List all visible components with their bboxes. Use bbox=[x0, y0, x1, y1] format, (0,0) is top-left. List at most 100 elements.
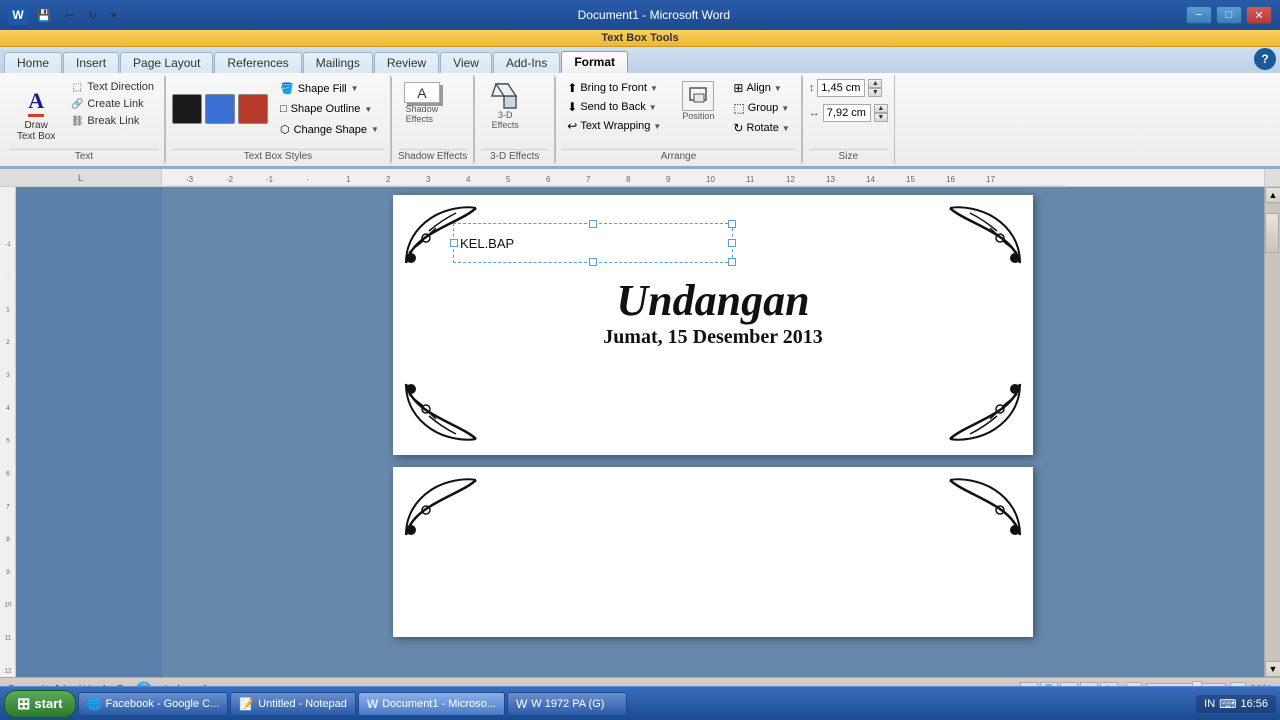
align-icon: ⊞ bbox=[733, 81, 743, 95]
tab-format[interactable]: Format bbox=[561, 51, 628, 73]
svg-text:11: 11 bbox=[746, 175, 755, 184]
dropdown-btn[interactable]: ▾ bbox=[106, 6, 122, 25]
threed-effects-group: 3-DEffects 3-D Effects bbox=[475, 75, 555, 164]
tab-review[interactable]: Review bbox=[374, 52, 439, 73]
shape-fill-arrow: ▼ bbox=[351, 84, 359, 93]
shape-outline-btn[interactable]: □ Shape Outline ▼ bbox=[275, 100, 384, 118]
taskbar-item-w1972[interactable]: W W 1972 PA (G) bbox=[507, 692, 627, 716]
ornament-bottom-left bbox=[401, 379, 481, 447]
start-button[interactable]: ⊞ start bbox=[4, 690, 76, 718]
height-input[interactable] bbox=[817, 79, 865, 97]
create-link-btn[interactable]: 🔗 Create Link bbox=[66, 96, 158, 112]
scroll-up-btn[interactable]: ▲ bbox=[1265, 187, 1280, 203]
tab-add-ins[interactable]: Add-Ins bbox=[493, 52, 560, 73]
tab-view[interactable]: View bbox=[440, 52, 492, 73]
position-btn[interactable]: Position bbox=[676, 79, 720, 123]
maximize-btn[interactable]: □ bbox=[1216, 6, 1242, 24]
svg-text:2: 2 bbox=[386, 175, 391, 184]
bring-front-arrow: ▼ bbox=[650, 84, 658, 93]
taskbar-item-facebook[interactable]: 🌐 Facebook - Google C... bbox=[78, 692, 229, 716]
svg-text:7: 7 bbox=[6, 503, 10, 510]
align-btn[interactable]: ⊞ Align ▼ bbox=[728, 79, 794, 97]
left-area: -1 · 1 2 3 4 5 6 7 8 9 10 11 12 bbox=[0, 187, 162, 677]
title-bar: W 💾 ↩ ↻ ▾ Document1 - Microsoft Word − □… bbox=[0, 0, 1280, 30]
group-btn[interactable]: ⬚ Group ▼ bbox=[728, 99, 794, 117]
undo-btn[interactable]: ↩ bbox=[60, 6, 79, 25]
ruler-horizontal: -3 -2 -1 · 1 2 3 4 5 6 7 8 9 10 11 12 13… bbox=[162, 169, 1264, 186]
svg-text:2: 2 bbox=[6, 339, 10, 346]
width-down-btn[interactable]: ▼ bbox=[874, 113, 888, 122]
handle-bottom-right[interactable] bbox=[728, 258, 736, 266]
quick-save[interactable]: 💾 bbox=[32, 6, 56, 25]
draw-textbox-icon: A bbox=[18, 84, 54, 120]
rotate-btn[interactable]: ↻ Rotate ▼ bbox=[728, 119, 794, 137]
svg-text:12: 12 bbox=[4, 667, 12, 674]
redo-btn[interactable]: ↻ bbox=[83, 6, 102, 25]
position-label: Position bbox=[682, 111, 714, 121]
selected-textbox[interactable]: KEL.BAP bbox=[453, 223, 733, 263]
canvas-area[interactable]: KEL.BAP Undangan Jumat, 15 Desember 2013 bbox=[162, 187, 1264, 677]
handle-bottom[interactable] bbox=[589, 258, 597, 266]
text-wrapping-btn[interactable]: ↩ Text Wrapping ▼ bbox=[562, 117, 666, 135]
bring-front-icon: ⬆ bbox=[567, 81, 577, 95]
arrange-group: ⬆ Bring to Front ▼ ⬇ Send to Back ▼ ↩ Te… bbox=[556, 75, 802, 164]
svg-text:15: 15 bbox=[906, 175, 915, 184]
page-main-text: Undangan Jumat, 15 Desember 2013 bbox=[393, 275, 1033, 349]
scrollbar-vertical: ▲ ▼ bbox=[1264, 187, 1280, 677]
scroll-down-btn[interactable]: ▼ bbox=[1265, 661, 1280, 677]
threed-content: 3-DEffects bbox=[481, 79, 548, 147]
arrange-content: ⬆ Bring to Front ▼ ⬇ Send to Back ▼ ↩ Te… bbox=[562, 79, 795, 147]
swatch-red[interactable] bbox=[238, 94, 268, 124]
scroll-track[interactable] bbox=[1265, 203, 1280, 661]
scroll-thumb[interactable] bbox=[1265, 213, 1279, 253]
threed-effects-btn[interactable]: 3-DEffects bbox=[481, 79, 529, 127]
draw-textbox-label: DrawText Box bbox=[17, 120, 55, 142]
styles-content: 🪣 Shape Fill ▼ □ Shape Outline ▼ ⬡ Chang… bbox=[172, 79, 384, 147]
tab-mailings[interactable]: Mailings bbox=[303, 52, 373, 73]
taskbar-item-word[interactable]: W Document1 - Microso... bbox=[358, 692, 505, 716]
bring-to-front-btn[interactable]: ⬆ Bring to Front ▼ bbox=[562, 79, 666, 97]
send-back-icon: ⬇ bbox=[567, 100, 577, 114]
width-up-btn[interactable]: ▲ bbox=[874, 104, 888, 113]
group-arrow: ▼ bbox=[781, 104, 789, 113]
svg-text:-3: -3 bbox=[186, 175, 194, 184]
handle-left[interactable] bbox=[450, 239, 458, 247]
ornament-bottom-right bbox=[945, 379, 1025, 447]
send-to-back-btn[interactable]: ⬇ Send to Back ▼ bbox=[562, 98, 666, 116]
tab-home[interactable]: Home bbox=[4, 52, 62, 73]
help-btn[interactable]: ? bbox=[1254, 48, 1276, 70]
draw-textbox-btn[interactable]: A DrawText Box bbox=[10, 79, 62, 147]
styles-group-label: Text Box Styles bbox=[172, 149, 384, 162]
width-input[interactable] bbox=[823, 104, 871, 122]
height-down-btn[interactable]: ▼ bbox=[868, 88, 882, 97]
shadow-effects-btn[interactable]: A ShadowEffects bbox=[398, 79, 446, 127]
rotate-icon: ↻ bbox=[733, 121, 743, 135]
swatch-blue[interactable] bbox=[205, 94, 235, 124]
svg-text:·: · bbox=[6, 274, 8, 281]
color-swatches: 🪣 Shape Fill ▼ □ Shape Outline ▼ ⬡ Chang… bbox=[172, 79, 384, 139]
svg-text:8: 8 bbox=[6, 536, 10, 543]
swatch-black[interactable] bbox=[172, 94, 202, 124]
handle-top-right[interactable] bbox=[728, 220, 736, 228]
w1972-icon: W bbox=[516, 697, 527, 711]
handle-right[interactable] bbox=[728, 239, 736, 247]
taskbar-item-notepad[interactable]: 📝 Untitled - Notepad bbox=[230, 692, 356, 716]
keyboard-icon: ⌨ bbox=[1219, 697, 1236, 711]
tab-page-layout[interactable]: Page Layout bbox=[120, 52, 213, 73]
tab-references[interactable]: References bbox=[214, 52, 301, 73]
size-content: ↕ ▲ ▼ ↔ ▲ ▼ bbox=[809, 79, 888, 147]
text-wrap-arrow: ▼ bbox=[653, 122, 661, 131]
change-shape-btn[interactable]: ⬡ Change Shape ▼ bbox=[275, 120, 384, 139]
break-link-btn[interactable]: ⛓ Break Link bbox=[66, 113, 158, 129]
tab-insert[interactable]: Insert bbox=[63, 52, 119, 73]
svg-text:3: 3 bbox=[6, 372, 10, 379]
handle-top[interactable] bbox=[589, 220, 597, 228]
minimize-btn[interactable]: − bbox=[1186, 6, 1212, 24]
height-up-btn[interactable]: ▲ bbox=[868, 79, 882, 88]
title-bar-left: W 💾 ↩ ↻ ▾ bbox=[8, 5, 122, 25]
shape-fill-btn[interactable]: 🪣 Shape Fill ▼ bbox=[275, 79, 384, 98]
text-direction-btn[interactable]: ⬚ Text Direction bbox=[66, 79, 158, 95]
shadow-label: ShadowEffects bbox=[406, 104, 439, 124]
close-btn[interactable]: ✕ bbox=[1246, 6, 1272, 24]
height-row: ↕ ▲ ▼ bbox=[809, 79, 883, 97]
